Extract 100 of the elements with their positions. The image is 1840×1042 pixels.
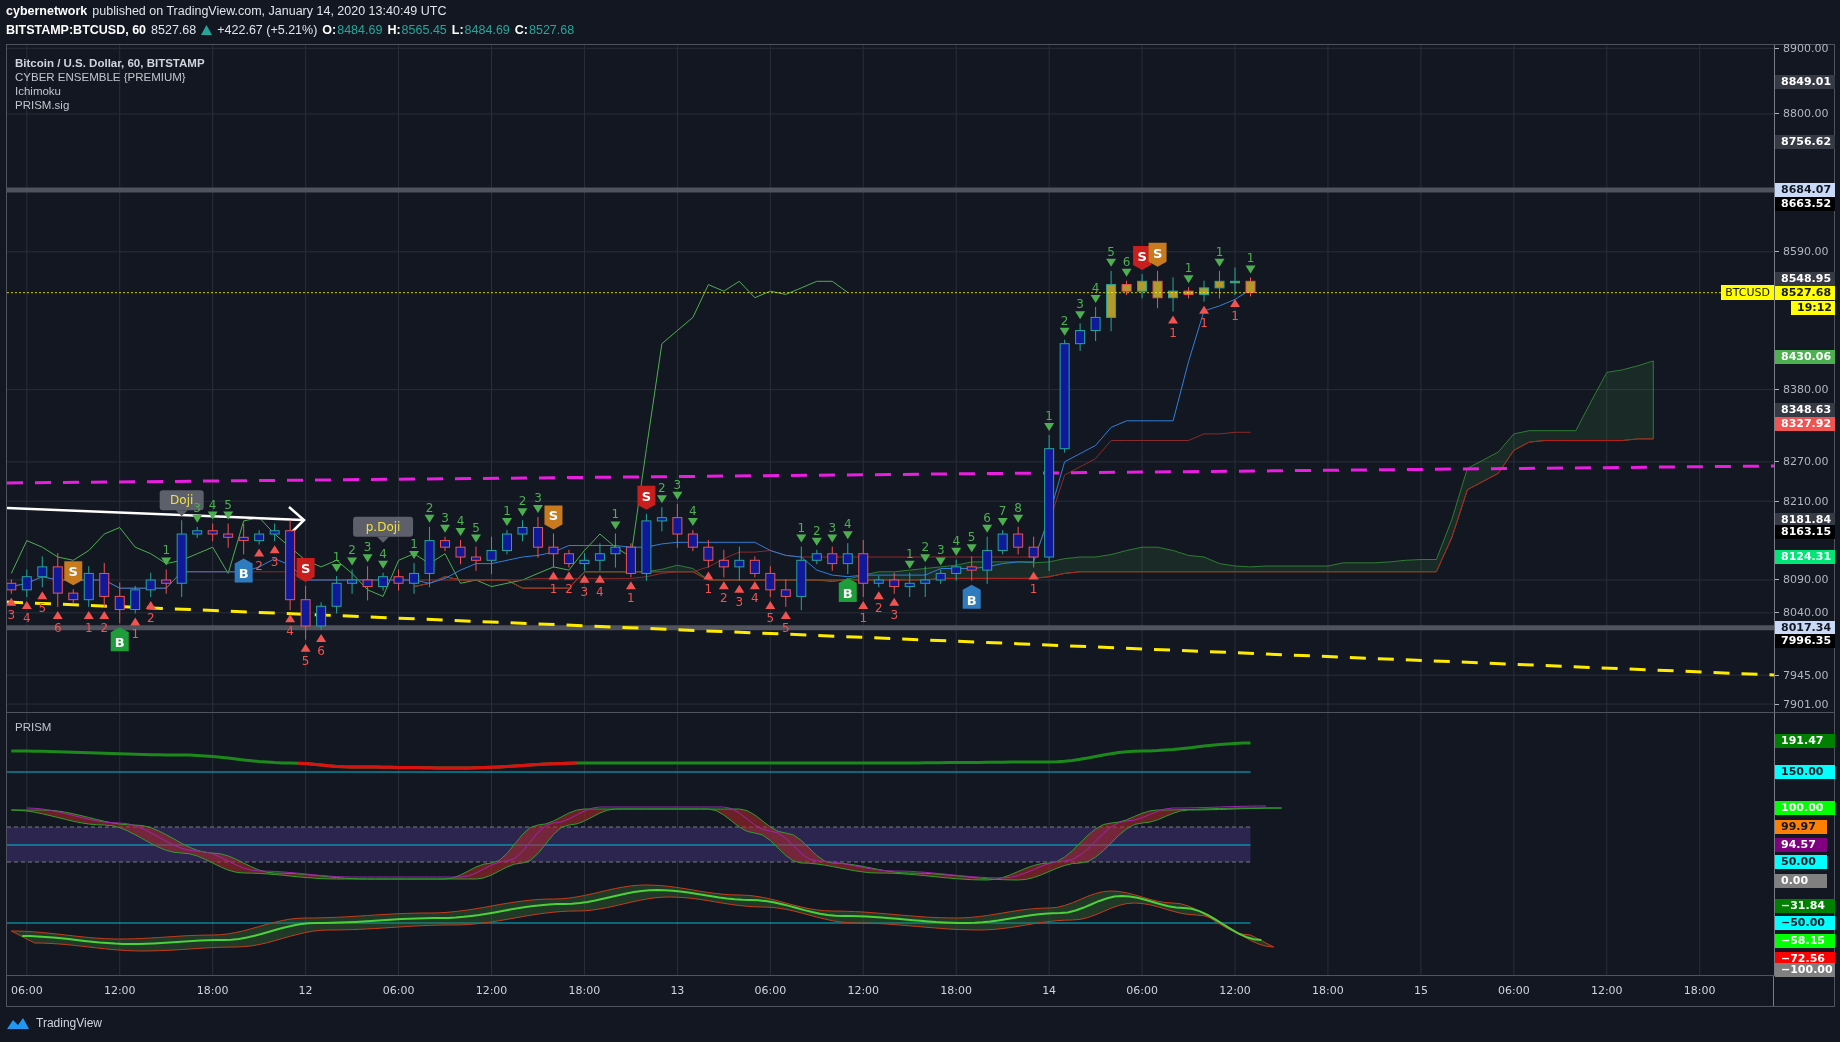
up-triangle-icon xyxy=(1230,299,1240,308)
value-tag: −31.84 xyxy=(1775,899,1835,913)
time-axis-label: 18:00 xyxy=(568,984,601,997)
count-label: 3 xyxy=(936,543,945,558)
up-triangle-icon xyxy=(285,614,296,623)
price-axis-label: 8590.00 xyxy=(1783,245,1829,259)
price-tag: 8849.01 xyxy=(1775,74,1835,89)
down-triangle-icon xyxy=(1090,294,1101,303)
count-label: 1 xyxy=(549,581,558,596)
time-axis-label: 06:00 xyxy=(382,984,415,997)
up-triangle-icon xyxy=(579,574,590,583)
value-tag: 150.00 xyxy=(1775,765,1835,779)
count-label: 7 xyxy=(998,504,1007,519)
signal-badge: S xyxy=(544,505,563,530)
value-tag: −58.15 xyxy=(1775,934,1835,948)
down-triangle-icon xyxy=(532,505,543,513)
down-triangle-icon xyxy=(672,491,683,500)
count-label: 5 xyxy=(472,520,480,535)
count-label: 1 xyxy=(1184,261,1193,276)
down-triangle-icon xyxy=(362,554,373,563)
count-label: 5 xyxy=(967,530,976,545)
time-axis-label: 06:00 xyxy=(1126,984,1158,997)
down-triangle-icon xyxy=(1183,275,1194,284)
price-change: +422.67 (+5.21%) xyxy=(217,23,318,37)
up-triangle-icon xyxy=(269,545,280,554)
up-triangle-icon xyxy=(703,571,714,580)
down-triangle-icon xyxy=(378,560,389,569)
count-label: 3 xyxy=(828,520,837,535)
count-label: 5 xyxy=(38,601,47,616)
count-label: 5 xyxy=(1107,244,1115,259)
time-axis-label: 12 xyxy=(298,984,313,997)
ohlc-label: L: xyxy=(451,23,464,37)
down-triangle-icon xyxy=(610,521,621,530)
count-label: 3 xyxy=(890,607,899,622)
time-axis-label: 06:00 xyxy=(754,984,787,997)
price-tag: 8756.62 xyxy=(1775,135,1835,150)
up-triangle-icon xyxy=(1199,305,1210,314)
down-triangle-icon xyxy=(1059,327,1070,336)
time-axis-label: 12:00 xyxy=(847,984,880,997)
count-label: 1 xyxy=(84,620,93,635)
value-tag: 99.97 xyxy=(1775,820,1827,834)
indicator-label: PRISM.sig xyxy=(15,99,71,111)
count-label: 2 xyxy=(518,494,527,509)
value-tag: −100.00 xyxy=(1775,963,1835,977)
up-triangle-icon xyxy=(734,584,745,593)
count-label: 5 xyxy=(782,620,790,635)
price-axis-label: 8270.00 xyxy=(1783,455,1829,469)
time-axis-label: 12:00 xyxy=(1219,984,1251,997)
count-label: 4 xyxy=(208,497,217,512)
up-triangle-icon xyxy=(130,617,141,626)
ohlc-label: H: xyxy=(387,23,401,37)
up-triangle-icon xyxy=(145,601,156,610)
publish-info: published on TradingView.com, January 14, 2020 13:40:49 UTC xyxy=(92,4,447,18)
down-triangle-icon xyxy=(997,518,1008,527)
count-label: 2 xyxy=(100,620,109,635)
ohlc-label: O: xyxy=(322,23,337,37)
ohlc-value: 8565.45 xyxy=(401,23,447,37)
value-tag: 100.00 xyxy=(1775,801,1835,815)
time-axis-label: 18:00 xyxy=(196,984,229,997)
ohlc-value: 8527.68 xyxy=(529,23,575,37)
time-axis-label: 13 xyxy=(670,984,685,997)
count-label: 2 xyxy=(348,543,356,558)
down-triangle-icon xyxy=(842,531,853,540)
time-axis-label: 18:00 xyxy=(1312,984,1344,997)
signal-badge: B xyxy=(838,578,857,603)
price-axis-label: 8800.00 xyxy=(1783,107,1829,121)
count-label: 4 xyxy=(843,517,852,532)
time-axis-label: 18:00 xyxy=(940,984,973,997)
down-triangle-icon xyxy=(811,537,822,546)
up-triangle-icon xyxy=(99,610,110,619)
price-axis-label: 8090.00 xyxy=(1783,573,1829,587)
up-triangle-icon xyxy=(7,597,17,606)
count-label: 1 xyxy=(131,627,140,642)
symbol-label: BITSTAMP:BTCUSD, 60 xyxy=(6,23,147,37)
down-triangle-icon xyxy=(687,518,698,527)
count-label: 1 xyxy=(627,591,635,606)
count-label: 1 xyxy=(1045,408,1053,423)
count-label: 4 xyxy=(1091,280,1100,295)
down-triangle-icon xyxy=(502,518,512,527)
count-label: 6 xyxy=(1122,254,1131,269)
value-tag: 191.47 xyxy=(1775,734,1835,748)
up-triangle-icon xyxy=(300,643,311,652)
count-label: 2 xyxy=(812,523,821,538)
time-axis-label: 18:00 xyxy=(1683,984,1716,997)
down-triangle-icon xyxy=(471,534,481,543)
price-axis-label: 8900.00 xyxy=(1783,41,1829,55)
value-tag: 0.00 xyxy=(1775,874,1827,888)
price-axis-label: 8380.00 xyxy=(1783,383,1829,397)
price-tag: 8017.34 xyxy=(1775,620,1835,635)
down-triangle-icon xyxy=(656,495,667,504)
value-tag: 94.57 xyxy=(1775,838,1827,852)
down-triangle-icon xyxy=(982,524,993,533)
up-triangle-icon xyxy=(563,571,574,580)
down-triangle-icon xyxy=(517,508,528,517)
up-triangle-icon xyxy=(83,610,94,619)
count-label: 4 xyxy=(952,533,960,548)
count-label: 3 xyxy=(7,607,16,622)
count-label: 1 xyxy=(1169,325,1177,340)
time-axis-label: 14 xyxy=(1042,984,1057,997)
price-tag: 8684.07 xyxy=(1775,183,1835,197)
